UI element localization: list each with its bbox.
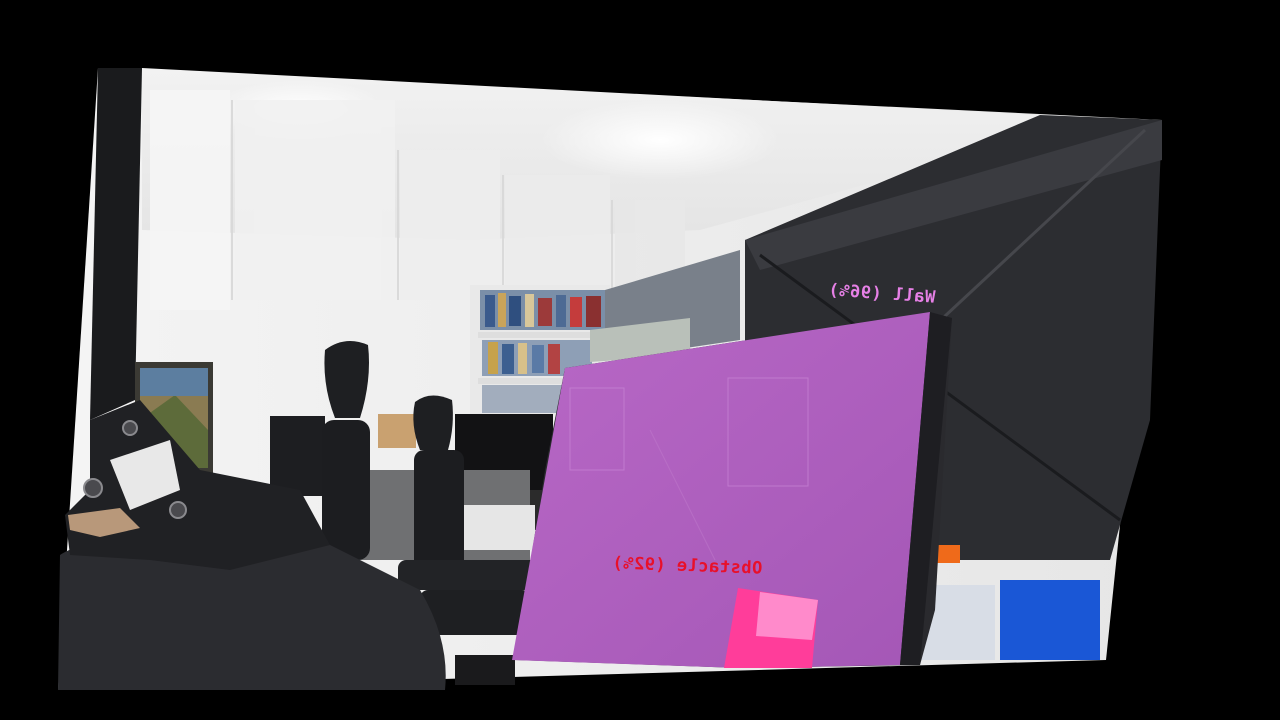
obstacle-mesh (724, 588, 818, 668)
camera-feed (58, 68, 1162, 690)
mixed-reality-view: Wall (96%) Obstacle (92%) (0, 0, 1280, 720)
